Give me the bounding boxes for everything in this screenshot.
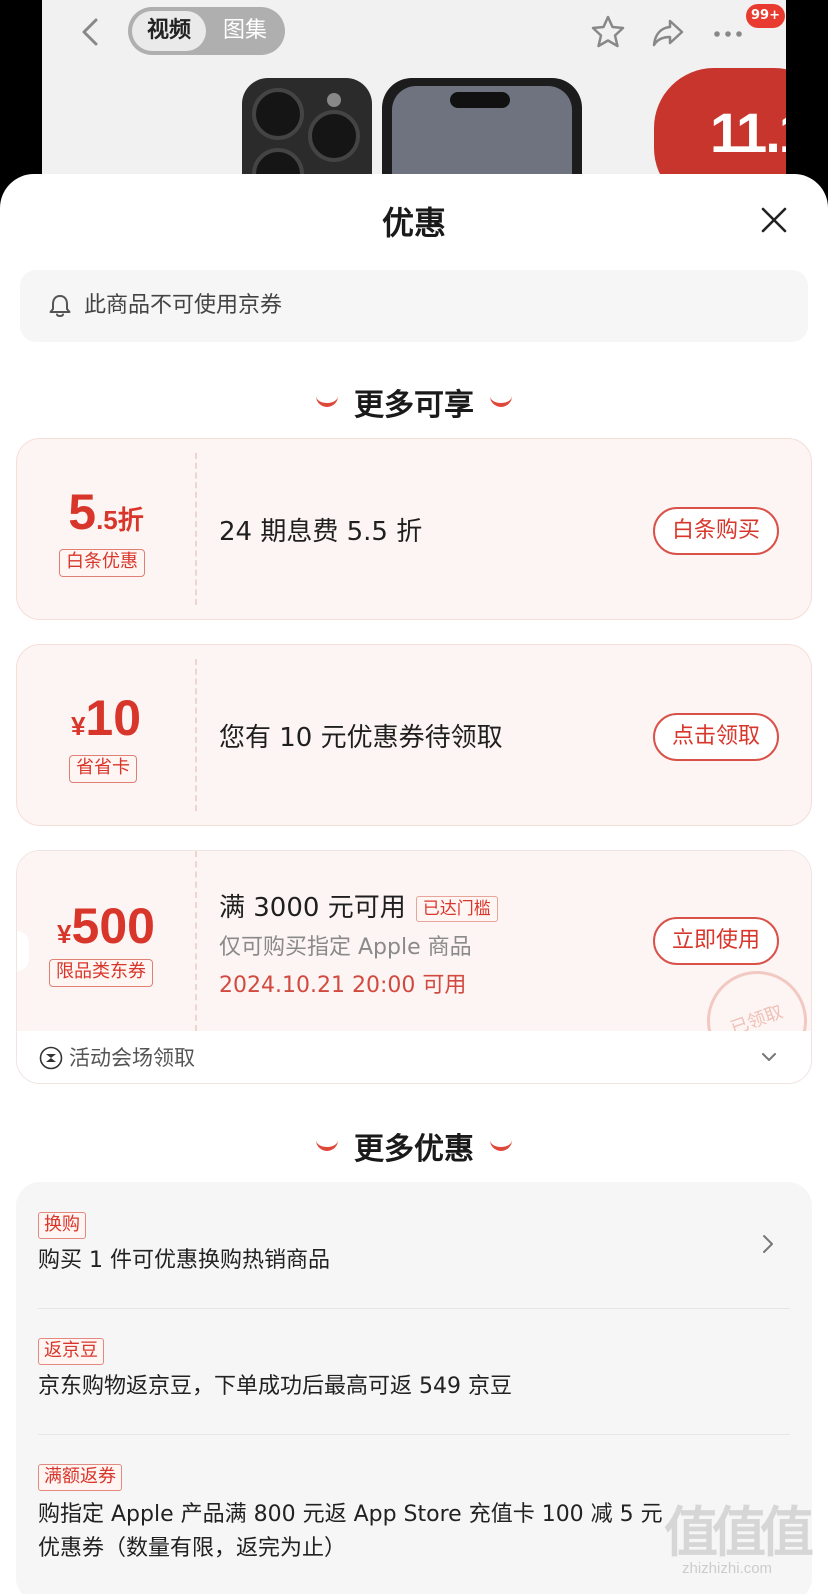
coupon-scope: 仅可购买指定 Apple 商品	[219, 935, 472, 960]
use-now-button[interactable]: 立即使用	[653, 917, 779, 965]
chevron-right-icon[interactable]	[758, 1232, 778, 1256]
smile-icon	[490, 395, 512, 407]
offer-tag: 限品类东券	[49, 959, 153, 987]
offer-card-saving-card: ¥10 省省卡 您有 10 元优惠券待领取 点击领取	[16, 644, 812, 826]
share-icon[interactable]	[648, 12, 688, 52]
section-title-text: 更多优惠	[354, 1132, 474, 1167]
coupon-body: ¥500 限品类东券 满 3000 元可用 已达门槛 仅可购买指定 Apple 商…	[17, 851, 811, 1083]
chevron-down-icon[interactable]	[757, 1045, 781, 1069]
list-item-jingdou: 返京豆 京东购物返京豆，下单成功后最高可返 549 京豆	[16, 1308, 812, 1434]
offer-value: ¥500	[57, 898, 155, 954]
venue-icon	[39, 1046, 63, 1070]
threshold-reached-tag: 已达门槛	[415, 895, 498, 922]
tab-video[interactable]: 视频	[132, 11, 206, 51]
product-page-background: 视频 图集 99+ 11.11	[42, 0, 786, 200]
top-bar: 视频 图集 99+	[42, 0, 786, 62]
sheet-title: 优惠	[381, 204, 446, 242]
coupon-valid-time: 2024.10.21 20:00 可用	[219, 973, 467, 998]
offer-description: 您有 10 元优惠券待领取	[219, 723, 503, 753]
offer-value: 5.5折	[68, 484, 144, 540]
offer-value: ¥10	[70, 690, 142, 746]
notice-text: 此商品不可使用京券	[84, 293, 283, 318]
more-icon[interactable]	[708, 12, 748, 52]
offer-description: 满 3000 元可用 已达门槛	[219, 887, 498, 924]
baitiao-buy-button[interactable]: 白条购买	[653, 507, 779, 555]
offer-card-baitiao: 5.5折 白条优惠 24 期息费 5.5 折 白条购买	[16, 438, 812, 620]
claim-button[interactable]: 点击领取	[653, 713, 779, 761]
smile-icon	[316, 395, 338, 407]
offer-chip: 满额返券	[38, 1464, 122, 1491]
offer-description: 24 期息费 5.5 折	[219, 517, 423, 547]
notification-badge: 99+	[746, 4, 785, 28]
offer-chip: 返京豆	[38, 1338, 104, 1365]
close-icon[interactable]	[756, 202, 792, 238]
media-tabs: 视频 图集	[128, 7, 285, 55]
offer-card-coupon: ¥500 限品类东券 满 3000 元可用 已达门槛 仅可购买指定 Apple 商…	[16, 850, 812, 1084]
section-title-text: 更多可享	[354, 388, 474, 423]
bell-icon	[49, 295, 71, 317]
discount-sheet: 优惠 此商品不可使用京券 更多可享 5.5折 白条优惠 24 期息费 5.5 折…	[0, 174, 828, 1594]
venue-text: 活动会场领取	[69, 1046, 195, 1070]
card-divider	[195, 851, 197, 1031]
card-divider	[195, 659, 197, 811]
notice-bar: 此商品不可使用京券	[20, 270, 808, 342]
offer-chip: 换购	[38, 1212, 86, 1239]
venue-row[interactable]: 活动会场领取	[17, 1031, 811, 1083]
offer-text: 购指定 Apple 产品满 800 元返 App Store 充值卡 100 减…	[38, 1502, 663, 1561]
smile-icon	[316, 1139, 338, 1151]
offer-tag: 白条优惠	[59, 549, 145, 577]
promo-text: 11.11	[710, 101, 786, 164]
list-item-exchange[interactable]: 换购 购买 1 件可优惠换购热销商品	[16, 1182, 812, 1308]
watermark-glyphs: 值值值	[664, 1501, 814, 1564]
offer-tag: 省省卡	[69, 755, 137, 783]
threshold-text: 满 3000 元可用	[219, 893, 406, 923]
tab-gallery[interactable]: 图集	[212, 11, 278, 51]
offer-text: 京东购物返京豆，下单成功后最高可返 549 京豆	[38, 1374, 512, 1399]
card-divider	[195, 453, 197, 605]
section-title-more-available: 更多可享	[0, 380, 828, 424]
watermark-url: zhizhizhi.com	[682, 1560, 773, 1577]
star-icon[interactable]	[588, 12, 628, 52]
section-title-more-offers: 更多优惠	[0, 1124, 828, 1168]
offer-text: 购买 1 件可优惠换购热销商品	[38, 1248, 330, 1273]
watermark: 值值值 zhizhizhi.com	[664, 1488, 814, 1588]
back-icon[interactable]	[72, 12, 112, 52]
smile-icon	[490, 1139, 512, 1151]
